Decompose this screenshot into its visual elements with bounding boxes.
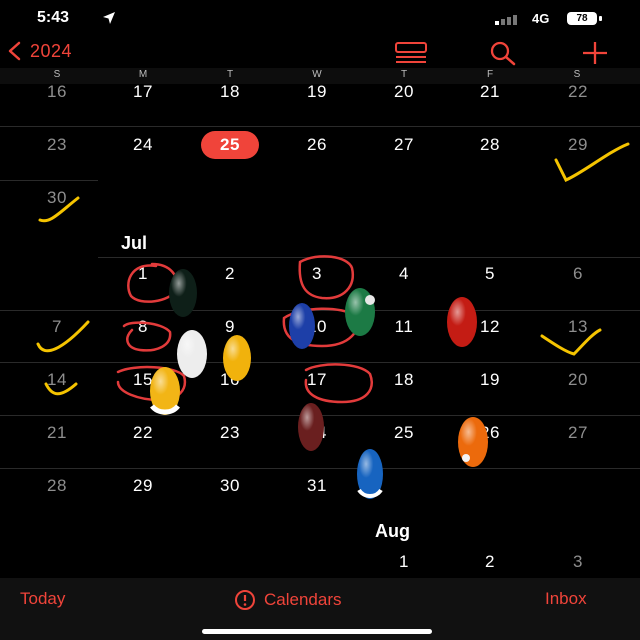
day-cell[interactable]: 31 bbox=[294, 476, 340, 496]
day-cell[interactable]: 17 bbox=[120, 82, 166, 102]
today-button[interactable]: Today bbox=[20, 589, 65, 609]
day-cell[interactable]: 12 bbox=[467, 317, 513, 337]
day-cell[interactable]: 29 bbox=[120, 476, 166, 496]
day-cell[interactable]: 10 bbox=[294, 317, 340, 337]
day-cell[interactable]: 3 bbox=[294, 264, 340, 284]
battery-icon: 78 bbox=[567, 12, 597, 25]
day-cell[interactable]: 9 bbox=[207, 317, 253, 337]
day-cell[interactable]: 16 bbox=[34, 82, 80, 102]
day-cell[interactable]: 24 bbox=[120, 135, 166, 155]
day-cell[interactable]: 20 bbox=[381, 82, 427, 102]
weekday-label: W bbox=[312, 69, 322, 80]
day-cell[interactable]: 21 bbox=[467, 82, 513, 102]
day-cell[interactable]: 19 bbox=[467, 370, 513, 390]
list-icon[interactable] bbox=[394, 40, 428, 66]
nav-bar: 2024 bbox=[0, 38, 640, 68]
day-cell[interactable]: 24 bbox=[294, 423, 340, 443]
day-cell[interactable]: 2 bbox=[207, 264, 253, 284]
plus-icon[interactable] bbox=[578, 40, 612, 66]
status-time: 5:43 bbox=[37, 9, 70, 26]
month-label-august: Aug bbox=[375, 521, 410, 541]
pool-ball-blue-striped bbox=[357, 449, 383, 499]
day-cell[interactable]: 6 bbox=[555, 264, 601, 284]
day-cell[interactable]: 8 bbox=[120, 317, 166, 337]
month-label-july: Jul bbox=[121, 233, 148, 253]
day-cell[interactable]: 28 bbox=[467, 135, 513, 155]
weekday-label: T bbox=[400, 69, 408, 80]
location-arrow-icon bbox=[103, 12, 115, 24]
pool-ball-white bbox=[177, 330, 207, 378]
day-cell[interactable]: 5 bbox=[467, 264, 513, 284]
day-cell[interactable]: 22 bbox=[120, 423, 166, 443]
row-divider bbox=[0, 468, 640, 469]
day-cell[interactable]: 16 bbox=[207, 370, 253, 390]
calendars-label: Calendars bbox=[264, 590, 342, 609]
day-cell[interactable]: 30 bbox=[34, 188, 80, 208]
weekday-label: S bbox=[573, 69, 581, 80]
search-icon[interactable] bbox=[486, 40, 520, 66]
day-cell[interactable]: 7 bbox=[34, 317, 80, 337]
day-cell[interactable]: 15 bbox=[120, 370, 166, 390]
day-cell[interactable]: 19 bbox=[294, 82, 340, 102]
day-cell[interactable]: 23 bbox=[34, 135, 80, 155]
day-cell[interactable]: 26 bbox=[294, 135, 340, 155]
day-cell[interactable]: 13 bbox=[555, 317, 601, 337]
row-divider bbox=[98, 257, 640, 258]
signal-strength-icon bbox=[495, 15, 517, 25]
day-cell[interactable]: 22 bbox=[555, 82, 601, 102]
day-cell[interactable]: 11 bbox=[381, 317, 427, 337]
weekday-label: T bbox=[226, 69, 234, 80]
day-cell[interactable]: 23 bbox=[207, 423, 253, 443]
day-cell[interactable]: 1 bbox=[381, 552, 427, 572]
weekday-label: M bbox=[138, 69, 148, 80]
day-cell[interactable]: 14 bbox=[34, 370, 80, 390]
day-cell[interactable]: 3 bbox=[555, 552, 601, 572]
row-divider bbox=[0, 362, 640, 363]
day-cell[interactable]: 25 bbox=[381, 423, 427, 443]
day-cell[interactable]: 1 bbox=[120, 264, 166, 284]
chevron-left-icon bbox=[8, 41, 21, 61]
day-cell[interactable]: 29 bbox=[555, 135, 601, 155]
day-cell[interactable]: 18 bbox=[207, 82, 253, 102]
home-indicator bbox=[202, 629, 432, 634]
day-cell[interactable]: 30 bbox=[207, 476, 253, 496]
row-divider bbox=[0, 126, 640, 127]
calendars-button[interactable]: Calendars bbox=[234, 589, 342, 611]
day-cell[interactable]: 27 bbox=[555, 423, 601, 443]
today-day-cell[interactable]: 25 bbox=[207, 135, 253, 155]
status-bar: 5:43 4G 78 bbox=[0, 0, 640, 38]
pool-ball-green bbox=[345, 288, 375, 336]
weekday-label: F bbox=[486, 69, 494, 80]
day-cell[interactable]: 2 bbox=[467, 552, 513, 572]
row-divider bbox=[0, 180, 98, 181]
inbox-button[interactable]: Inbox bbox=[545, 589, 587, 609]
day-cell[interactable]: 4 bbox=[381, 264, 427, 284]
day-cell[interactable]: 28 bbox=[34, 476, 80, 496]
back-label: 2024 bbox=[30, 40, 73, 61]
alert-circle-icon bbox=[235, 590, 255, 610]
day-cell[interactable]: 18 bbox=[381, 370, 427, 390]
row-divider bbox=[0, 415, 640, 416]
row-divider bbox=[0, 310, 640, 311]
network-type: 4G bbox=[532, 11, 550, 26]
weekday-label: S bbox=[53, 69, 61, 80]
day-cell[interactable]: 26 bbox=[467, 423, 513, 443]
day-cell[interactable]: 27 bbox=[381, 135, 427, 155]
battery-tip bbox=[599, 16, 602, 21]
day-cell[interactable]: 20 bbox=[555, 370, 601, 390]
back-button[interactable]: 2024 bbox=[6, 40, 72, 62]
day-cell[interactable]: 21 bbox=[34, 423, 80, 443]
day-cell[interactable]: 17 bbox=[294, 370, 340, 390]
